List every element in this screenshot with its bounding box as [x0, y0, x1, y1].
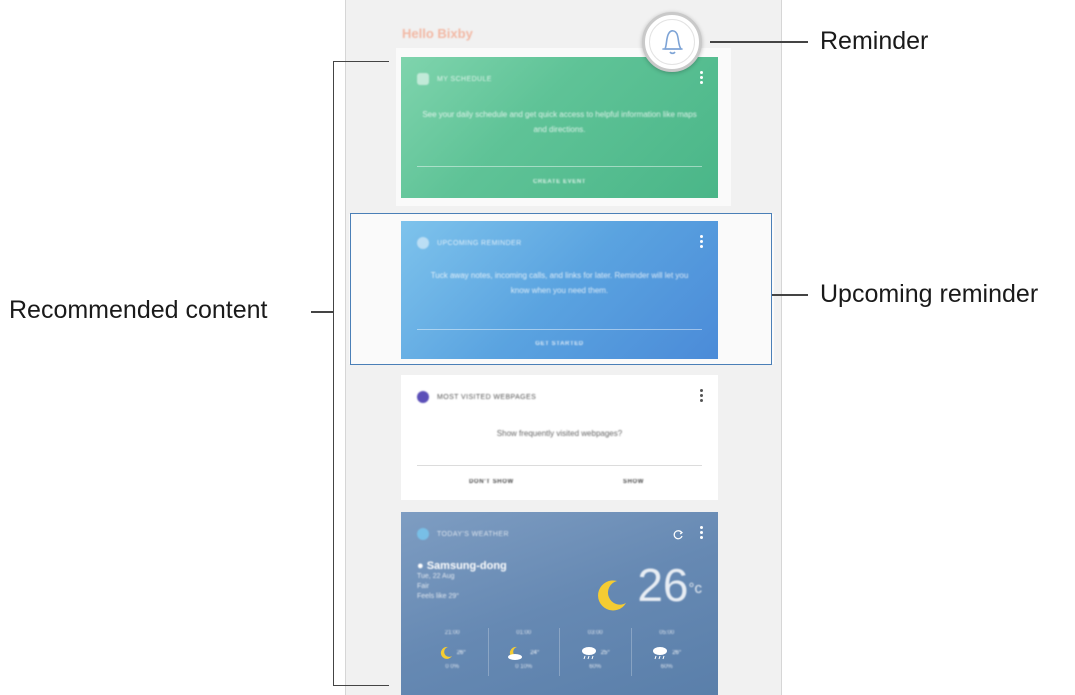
- rain-icon: [653, 647, 668, 660]
- recommended-content-bracket: [333, 61, 389, 686]
- forecast-item: 21:00 26° 0 0%: [417, 628, 489, 676]
- forecast-temp: 26°: [672, 650, 682, 656]
- moon-cloud-icon: [508, 646, 523, 660]
- weather-feels-like: Feels like 29°: [417, 593, 460, 600]
- forecast-precip: 0 0%: [445, 664, 460, 670]
- upcoming-reminder-leader-line: [772, 294, 808, 296]
- calendar-icon: [417, 73, 429, 85]
- hourly-forecast: 21:00 26° 0 0% 01:00 24° 0 10% 03:00 25°…: [417, 628, 702, 676]
- temperature-unit: °c: [688, 580, 703, 597]
- reminder-callout: Reminder: [820, 27, 929, 55]
- forecast-temp: 25°: [600, 650, 610, 656]
- weather-date: Tue, 22 Aug: [417, 573, 455, 580]
- forecast-temp: 24°: [530, 650, 540, 656]
- moon-icon: [595, 578, 629, 617]
- forecast-time: 05:00: [659, 630, 675, 636]
- moon-icon: [440, 646, 452, 659]
- current-temperature: 26°c: [637, 558, 702, 612]
- location-pin-icon: ●: [417, 560, 424, 572]
- upcoming-reminder-callout: Upcoming reminder: [820, 280, 1039, 308]
- forecast-time: 03:00: [587, 630, 603, 636]
- forecast-item: 05:00 26° 60%: [632, 628, 703, 676]
- forecast-item: 03:00 25° 60%: [560, 628, 632, 676]
- schedule-divider: [417, 166, 702, 167]
- create-event-button[interactable]: CREATE EVENT: [401, 179, 718, 185]
- forecast-precip: 0 10%: [515, 664, 533, 670]
- recommended-content-callout: Recommended content: [9, 296, 268, 324]
- schedule-card-body: See your daily schedule and get quick ac…: [422, 110, 697, 134]
- todays-weather-card[interactable]: TODAY'S WEATHER ● Samsung-dong Tue, 22 A…: [401, 512, 718, 695]
- dont-show-button[interactable]: DON'T SHOW: [469, 479, 514, 485]
- weather-card-title: TODAY'S WEATHER: [437, 530, 509, 538]
- refresh-icon[interactable]: [672, 528, 684, 546]
- forecast-time: 01:00: [516, 630, 532, 636]
- forecast-item: 01:00 24° 0 10%: [489, 628, 560, 676]
- location-label: Samsung-dong: [426, 560, 507, 572]
- location-name: ● Samsung-dong: [417, 560, 507, 572]
- forecast-precip: 60%: [589, 664, 602, 670]
- webpages-card-title: MOST VISITED WEBPAGES: [437, 393, 537, 401]
- upcoming-reminder-highlight: [350, 213, 772, 365]
- weather-location-block: ● Samsung-dong Tue, 22 Aug Fair Feels li…: [417, 560, 507, 602]
- reminder-button[interactable]: [642, 12, 702, 72]
- schedule-more-icon[interactable]: [700, 71, 704, 84]
- schedule-card[interactable]: MY SCHEDULE See your daily schedule and …: [401, 57, 718, 198]
- webpages-divider: [417, 465, 702, 466]
- forecast-precip: 60%: [660, 664, 673, 670]
- schedule-card-title: MY SCHEDULE: [437, 75, 492, 83]
- reminder-leader-line: [710, 41, 808, 43]
- rain-icon: [581, 647, 596, 660]
- show-button[interactable]: SHOW: [623, 479, 644, 485]
- weather-condition: Fair: [417, 583, 430, 590]
- forecast-time: 21:00: [444, 630, 460, 636]
- recommended-content-leader-line: [311, 311, 333, 313]
- weather-more-icon[interactable]: [700, 526, 704, 539]
- internet-icon: [417, 391, 429, 403]
- temperature-value: 26: [637, 559, 689, 611]
- webpages-card-body: Show frequently visited webpages?: [496, 429, 623, 438]
- webpages-more-icon[interactable]: [700, 389, 704, 402]
- forecast-temp: 26°: [456, 650, 466, 656]
- most-visited-webpages-card[interactable]: MOST VISITED WEBPAGES Show frequently vi…: [401, 375, 718, 500]
- weather-icon: [417, 528, 429, 540]
- greeting-title: Hello Bixby: [402, 26, 473, 41]
- reminder-button-ring: [649, 19, 695, 65]
